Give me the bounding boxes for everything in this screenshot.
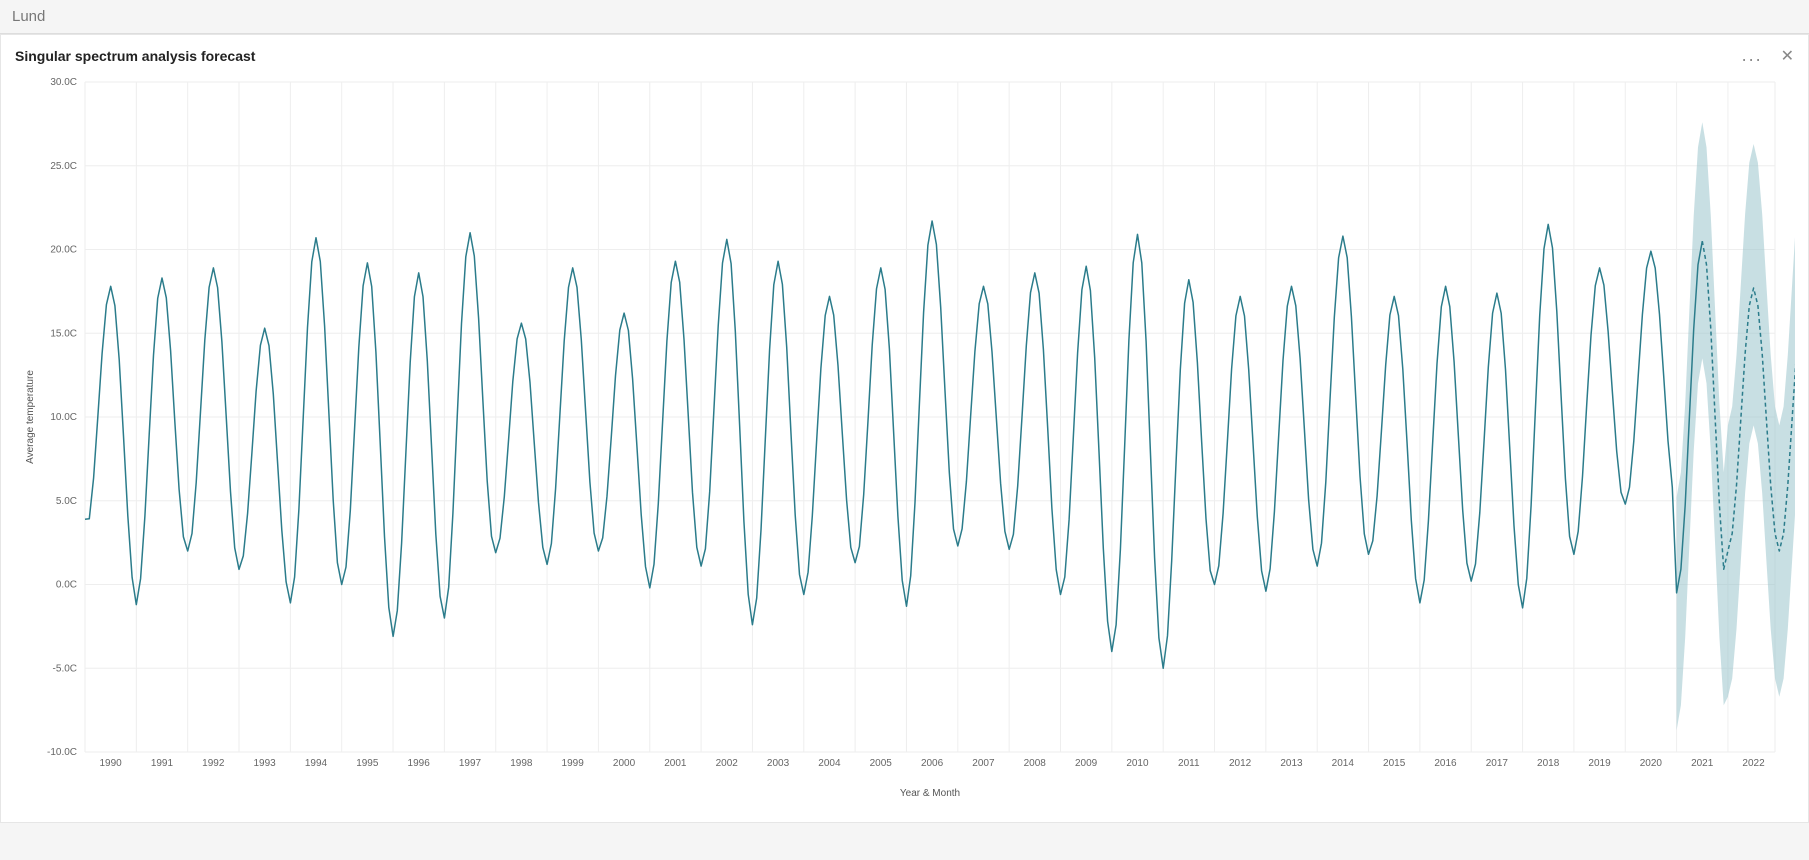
svg-text:2021: 2021 — [1691, 758, 1714, 769]
card-header: Singular spectrum analysis forecast ... … — [1, 35, 1808, 72]
svg-text:-5.0C: -5.0C — [52, 663, 76, 674]
svg-text:1993: 1993 — [253, 758, 276, 769]
svg-text:2003: 2003 — [766, 758, 789, 769]
page-title-bar: Lund — [0, 0, 1809, 34]
svg-text:2000: 2000 — [612, 758, 635, 769]
svg-text:1994: 1994 — [304, 758, 327, 769]
card-title: Singular spectrum analysis forecast — [15, 48, 255, 64]
svg-text:2012: 2012 — [1229, 758, 1252, 769]
svg-text:1995: 1995 — [356, 758, 379, 769]
page-title: Lund — [12, 8, 45, 25]
svg-text:2019: 2019 — [1588, 758, 1611, 769]
svg-text:2017: 2017 — [1485, 758, 1508, 769]
svg-text:2015: 2015 — [1383, 758, 1406, 769]
svg-text:2001: 2001 — [664, 758, 687, 769]
forecast-line-chart[interactable]: -10.0C -5.0C 0.0C 5.0C 10.0C 15.0C 20.0C 25.0C 3… — [15, 72, 1795, 812]
close-icon[interactable]: ✕ — [1781, 46, 1794, 66]
svg-text:2002: 2002 — [715, 758, 738, 769]
svg-text:0.0C: 0.0C — [55, 580, 76, 591]
svg-text:2010: 2010 — [1126, 758, 1149, 769]
svg-text:25.0C: 25.0C — [50, 161, 77, 172]
svg-text:2007: 2007 — [972, 758, 995, 769]
svg-text:2011: 2011 — [1178, 758, 1200, 769]
svg-text:2005: 2005 — [869, 758, 892, 769]
y-axis-label: Average temperature — [25, 370, 36, 464]
svg-text:2006: 2006 — [920, 758, 943, 769]
chart-container: -10.0C -5.0C 0.0C 5.0C 10.0C 15.0C 20.0C 25.0C 3… — [15, 72, 1795, 812]
more-options-icon[interactable]: ... — [1742, 45, 1763, 66]
svg-text:1999: 1999 — [561, 758, 584, 769]
actual-series-line — [85, 221, 1702, 668]
svg-text:1996: 1996 — [407, 758, 430, 769]
svg-text:10.0C: 10.0C — [50, 412, 77, 423]
svg-text:30.0C: 30.0C — [50, 77, 77, 88]
card-actions: ... ✕ — [1742, 45, 1794, 66]
forecast-card: Singular spectrum analysis forecast ... … — [0, 34, 1809, 823]
svg-text:20.0C: 20.0C — [50, 245, 77, 256]
svg-text:2022: 2022 — [1742, 758, 1765, 769]
svg-text:2013: 2013 — [1280, 758, 1303, 769]
svg-text:1991: 1991 — [150, 758, 173, 769]
svg-text:1992: 1992 — [202, 758, 225, 769]
svg-text:2020: 2020 — [1639, 758, 1662, 769]
svg-text:1998: 1998 — [510, 758, 533, 769]
svg-text:1997: 1997 — [458, 758, 481, 769]
svg-text:-10.0C: -10.0C — [46, 747, 76, 758]
svg-text:2009: 2009 — [1074, 758, 1097, 769]
forecast-confidence-band — [1676, 122, 1794, 730]
svg-text:1990: 1990 — [99, 758, 122, 769]
svg-text:2014: 2014 — [1331, 758, 1354, 769]
svg-text:2018: 2018 — [1537, 758, 1560, 769]
svg-text:5.0C: 5.0C — [55, 496, 76, 507]
svg-text:15.0C: 15.0C — [50, 328, 77, 339]
svg-text:2008: 2008 — [1023, 758, 1046, 769]
svg-text:2004: 2004 — [818, 758, 841, 769]
svg-text:2016: 2016 — [1434, 758, 1457, 769]
x-axis-label: Year & Month — [899, 788, 959, 799]
